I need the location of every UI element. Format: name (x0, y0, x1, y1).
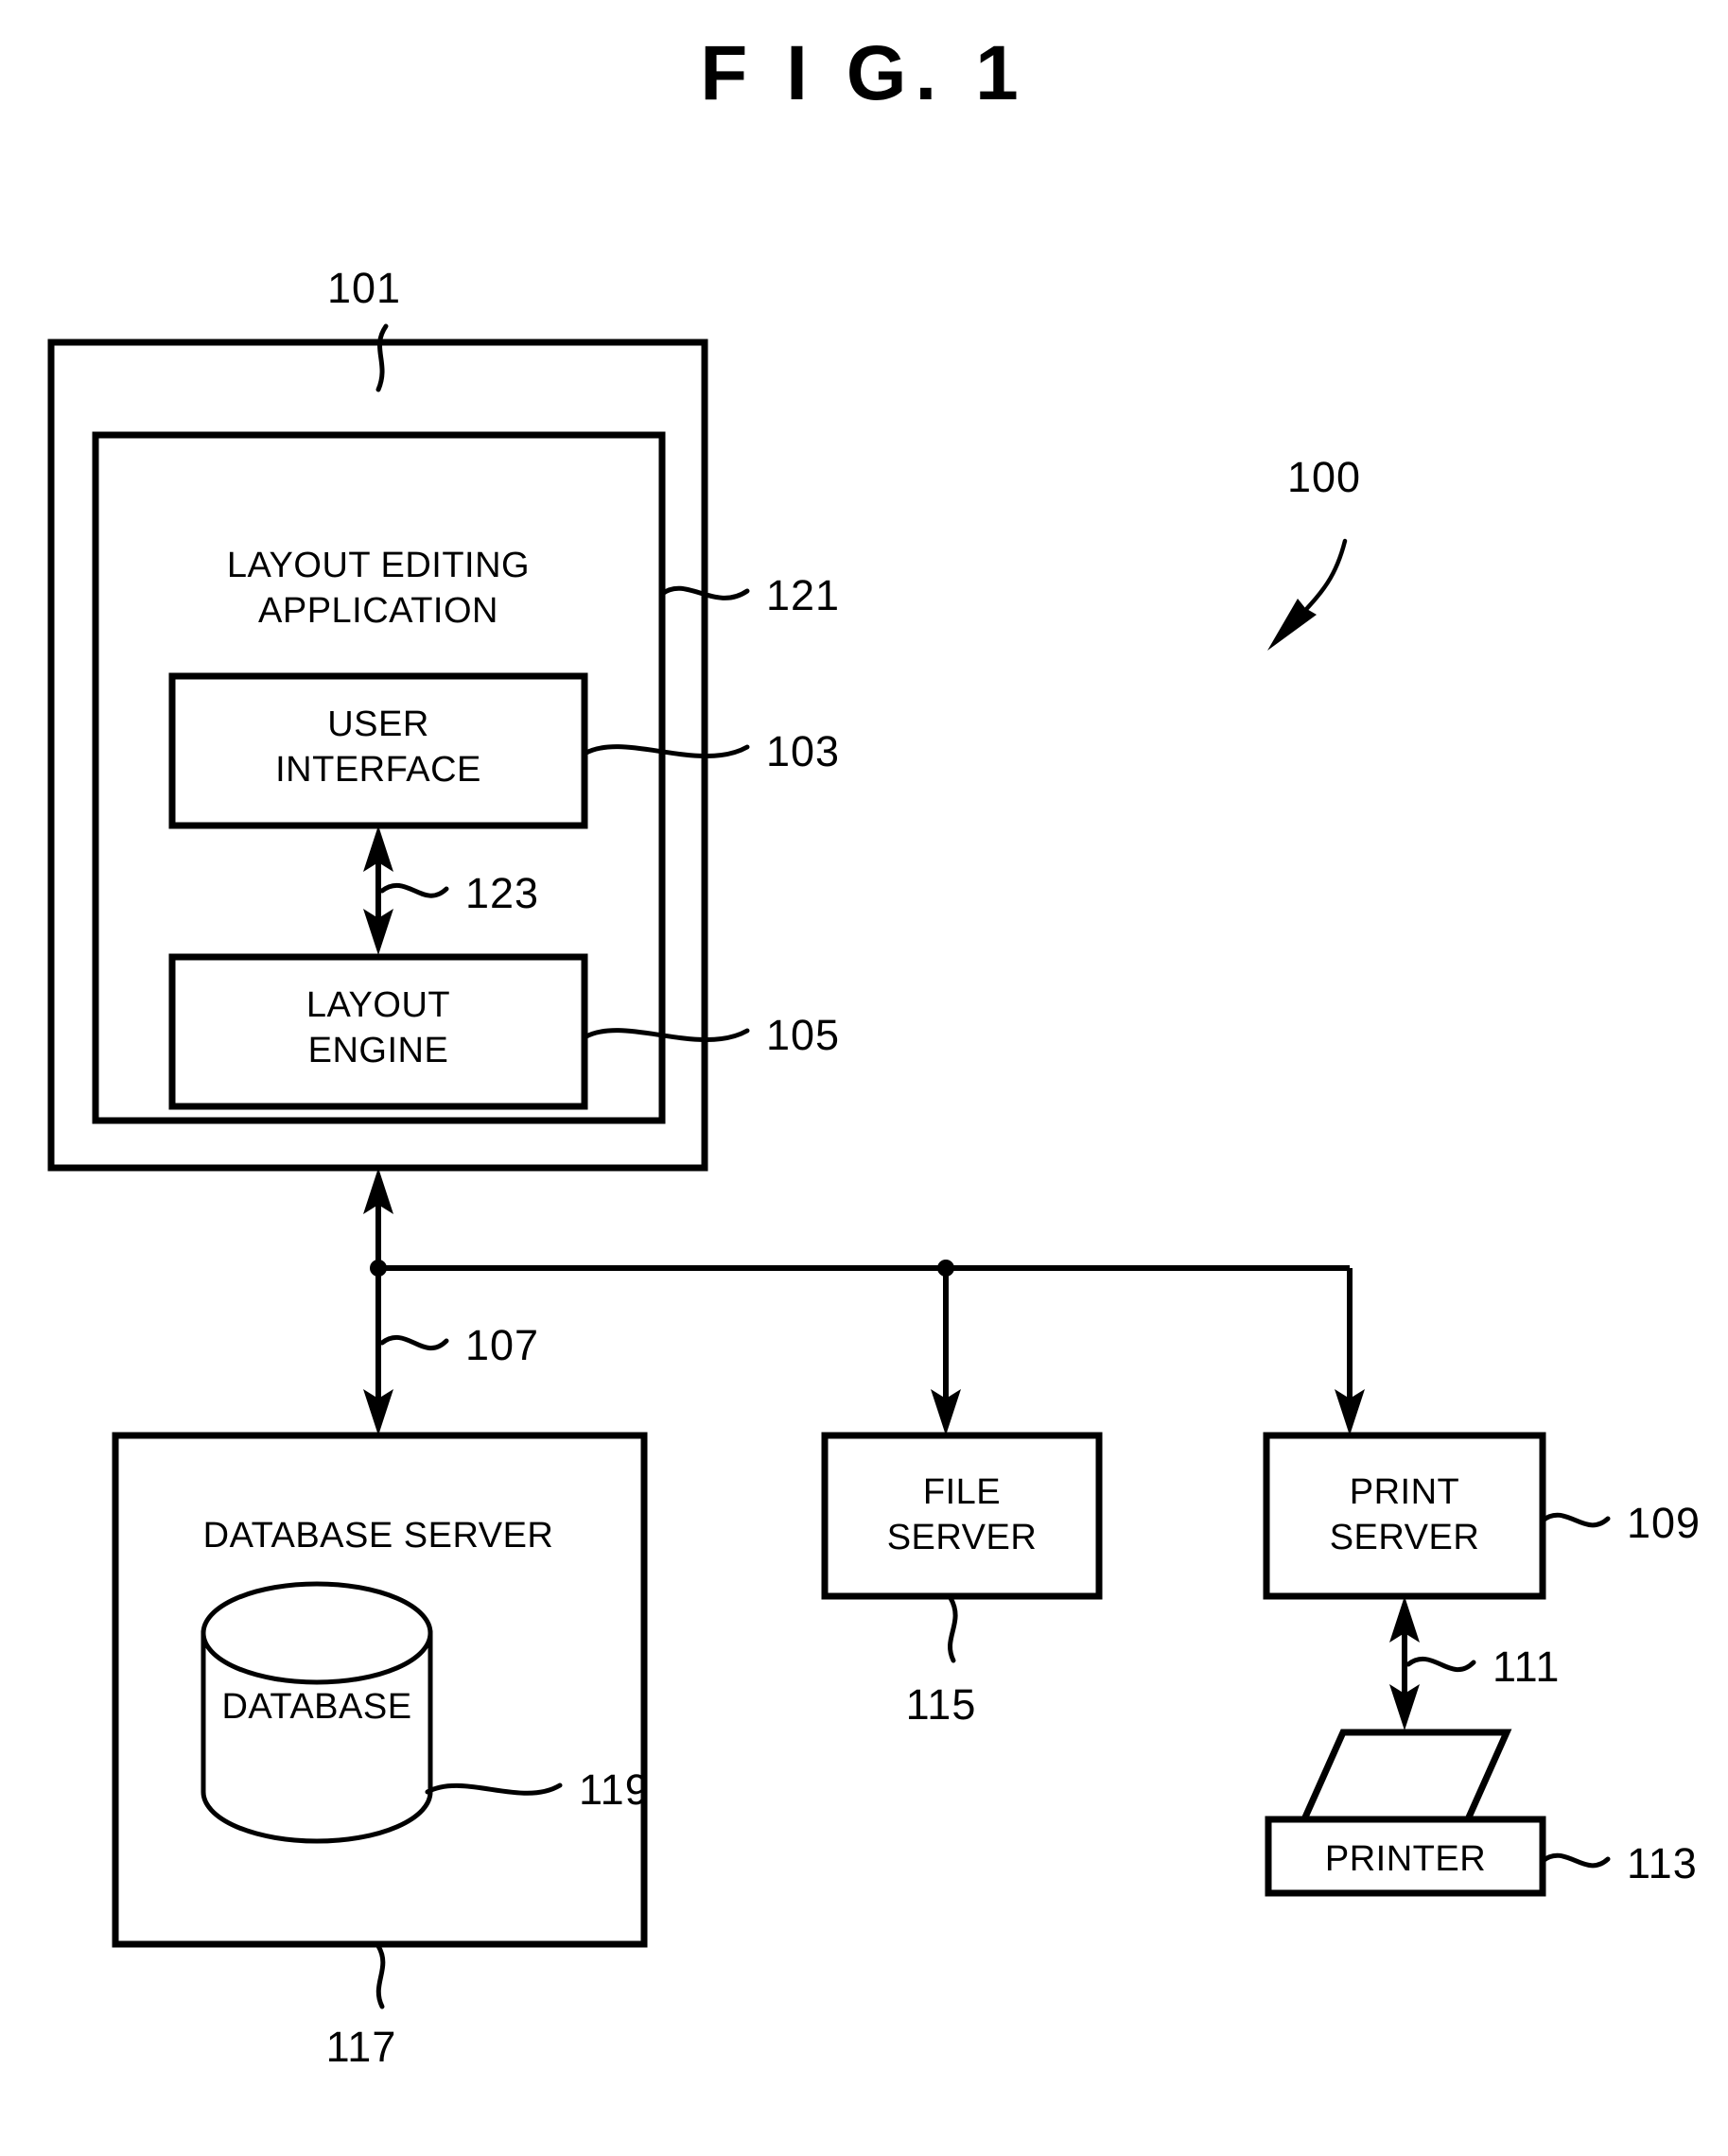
ref-117: 117 (326, 2023, 397, 2071)
ref-105: 105 (766, 1011, 840, 1059)
ref-113-leader (1540, 1852, 1611, 1869)
file-server-label-line1: FILE (923, 1472, 1001, 1512)
file-server-label-line2: SERVER (887, 1518, 1038, 1557)
ref-115-leader (948, 1595, 958, 1663)
ref-119: 119 (579, 1765, 650, 1814)
layout-engine-label-line2: ENGINE (308, 1031, 449, 1070)
layout-editing-application-label-line1: LAYOUT EDITING (227, 546, 530, 585)
bus-junction-dot-left (370, 1260, 387, 1277)
ref-109: 109 (1627, 1499, 1701, 1547)
layout-editing-application-label-line2: APPLICATION (258, 591, 498, 631)
file-server-box (821, 1432, 1103, 1600)
database-cylinder-top (201, 1581, 433, 1685)
ref-111-leader (1405, 1656, 1476, 1673)
ref-103: 103 (766, 727, 840, 775)
ref-109-leader (1540, 1512, 1611, 1528)
figure-diagram: F I G. 1 HOST COMPUTER 101 LAYOUT EDITIN… (47, 30, 1701, 2071)
print-server-box (1263, 1432, 1546, 1600)
layout-engine-label-line1: LAYOUT (306, 985, 450, 1025)
print-server-label-line1: PRINT (1350, 1472, 1460, 1512)
ref-121: 121 (766, 571, 840, 619)
ref-107-leader (379, 1334, 449, 1351)
ref-113: 113 (1627, 1839, 1698, 1887)
printer-label: PRINTER (1325, 1839, 1486, 1879)
printer-paper-icon (1299, 1729, 1512, 1823)
ref-107: 107 (465, 1321, 539, 1369)
database-label: DATABASE (221, 1687, 411, 1727)
user-interface-label-line1: USER (327, 704, 429, 744)
ref-101: 101 (327, 264, 401, 312)
user-interface-label-line2: INTERFACE (275, 750, 481, 790)
ref-111: 111 (1492, 1643, 1560, 1691)
ref-123: 123 (465, 869, 539, 917)
ref-115: 115 (906, 1680, 977, 1729)
print-server-label-line2: SERVER (1330, 1518, 1480, 1557)
database-server-label: DATABASE SERVER (203, 1516, 554, 1556)
figure-title: F I G. 1 (700, 30, 1026, 116)
ref-117-leader (375, 1943, 386, 2009)
system-arrow-shaft (1297, 538, 1348, 619)
patent-figure: F I G. 1 HOST COMPUTER 101 LAYOUT EDITIN… (0, 0, 1728, 2156)
ref-100: 100 (1287, 453, 1361, 501)
